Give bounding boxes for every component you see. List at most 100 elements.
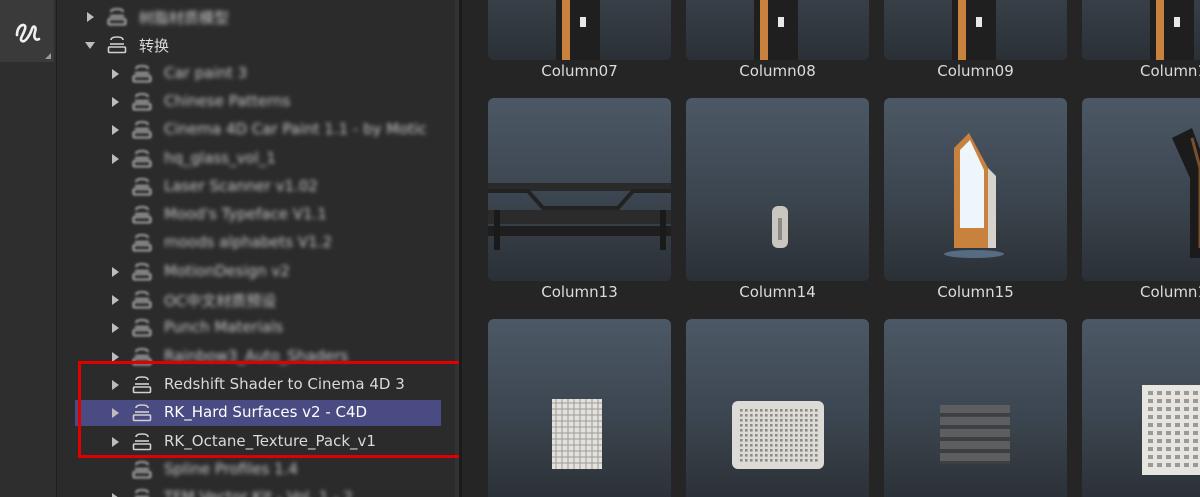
tree-item-label: OC中文材质预设 [164, 292, 277, 310]
asset-preview-render [732, 401, 824, 469]
library-icon [132, 460, 152, 479]
tree-item-label: TFM Vector Kit - Vol. 1 - 2 [164, 488, 353, 497]
asset-preview-render [488, 183, 671, 250]
tree-item[interactable]: Punch Materials [57, 315, 441, 341]
caret-down-icon[interactable] [85, 42, 95, 50]
tree-item-label: Spline Profiles 1.4 [164, 459, 298, 478]
asset-name-label: Column1 [1140, 283, 1200, 301]
library-icon [132, 404, 152, 422]
library-icon [135, 489, 149, 497]
asset-preview-render [1172, 128, 1200, 258]
tree-item[interactable]: Chinese Patterns [57, 89, 441, 115]
caret-right-icon[interactable] [112, 266, 119, 277]
caret-right-icon[interactable] [112, 68, 119, 79]
caret-right-icon[interactable] [87, 12, 94, 22]
caret-right-icon[interactable] [112, 295, 119, 305]
tree-item[interactable]: hq_glass_vol_1 [57, 146, 441, 172]
tree-item-label: MotionDesign v2 [164, 261, 290, 280]
asset-preview-render [1142, 385, 1200, 475]
library-icon [132, 93, 152, 111]
asset-name-label: Column1 [1140, 62, 1200, 80]
library-icon [132, 121, 152, 139]
caret-right-icon[interactable] [112, 379, 119, 390]
asset-name-label: Column08 [739, 62, 816, 80]
caret-right-icon[interactable] [112, 125, 119, 136]
asset-thumbnail[interactable] [686, 98, 869, 281]
tree-item[interactable]: Laser Scanner v1.02 [57, 174, 441, 200]
asset-thumbnail[interactable] [884, 319, 1067, 497]
tree-item[interactable]: 树脂材质模型 [57, 4, 441, 30]
library-icon [132, 262, 152, 280]
asset-preview-render [556, 0, 600, 60]
tree-item-label: 转换 [139, 37, 170, 56]
library-icon [132, 177, 152, 196]
library-icon [132, 432, 152, 450]
tree-item-label: Punch Materials [164, 318, 284, 337]
library-tree-panel: 树脂材质模型 转换 Car paint 3 Chinese Patterns Cinem… [57, 0, 459, 497]
tree-item[interactable]: Spline Profiles 1.4 [57, 457, 441, 483]
tree-item-label: Mood's Typeface V1.1 [164, 205, 327, 224]
asset-thumbnail[interactable] [1082, 319, 1200, 497]
tree-item-label: hq_glass_vol_1 [164, 148, 276, 167]
asset-preview-render [952, 0, 996, 60]
tree-item[interactable]: Rainbow3_Auto_Shaders [57, 344, 441, 370]
script-icon [15, 23, 41, 43]
asset-thumbnail[interactable] [488, 0, 671, 60]
asset-name-label: Column09 [937, 62, 1014, 80]
tree-item[interactable]: Redshift Shader to Cinema 4D 3 [57, 372, 441, 398]
asset-thumbnail[interactable] [884, 0, 1067, 60]
tree-item-label: Rainbow3_Auto_Shaders [164, 346, 349, 365]
tree-item[interactable]: RK_Octane_Texture_Pack_v1 [57, 429, 441, 455]
caret-right-icon[interactable] [112, 436, 119, 447]
caret-right-icon[interactable] [112, 153, 119, 164]
asset-thumbnail[interactable] [884, 98, 1067, 281]
asset-preview-render [772, 206, 788, 248]
tree-item[interactable]: TFM Vector Kit - Vol. 1 - 2 [57, 485, 441, 497]
tree-item[interactable]: RK_Hard Surfaces v2 - C4D [57, 400, 441, 427]
library-icon [132, 64, 152, 82]
asset-preview-render [1150, 0, 1194, 60]
caret-right-icon[interactable] [112, 408, 119, 419]
asset-thumbnail[interactable] [1082, 98, 1200, 281]
app-logo-button[interactable] [0, 0, 54, 62]
asset-thumbnail-grid: Column07 Column08 Column09 Column1 Column13 C… [462, 0, 1200, 497]
asset-preview-render [754, 0, 798, 60]
expand-corner-icon [45, 53, 51, 59]
tree-item[interactable]: moods alphabets V1.2 [57, 230, 441, 256]
library-icon [132, 347, 152, 365]
caret-right-icon[interactable] [112, 96, 119, 107]
asset-preview-render [552, 399, 602, 469]
tree-item-label: Chinese Patterns [164, 91, 291, 110]
library-icon [132, 149, 152, 167]
tree-item[interactable]: Car paint 3 [57, 61, 441, 87]
library-icon [107, 36, 127, 54]
caret-right-icon[interactable] [112, 493, 119, 497]
asset-name-label: Column14 [739, 283, 816, 301]
tree-item-label: RK_Hard Surfaces v2 - C4D [164, 403, 368, 422]
caret-right-icon[interactable] [112, 323, 119, 334]
tree-item-label: 树脂材质模型 [139, 9, 230, 27]
tree-item[interactable]: Mood's Typeface V1.1 [57, 202, 441, 228]
library-icon [132, 234, 152, 252]
tree-item[interactable]: Cinema 4D Car Paint 1.1 - by Motic [57, 117, 441, 143]
tree-item-label: Cinema 4D Car Paint 1.1 - by Motic [164, 120, 427, 139]
caret-right-icon[interactable] [112, 351, 119, 362]
tree-item-label: moods alphabets V1.2 [164, 233, 332, 252]
left-toolbar [0, 0, 57, 497]
asset-thumbnail[interactable] [488, 98, 671, 281]
tree-item-label: Redshift Shader to Cinema 4D 3 [164, 374, 405, 393]
asset-preview-render [944, 133, 1004, 258]
library-icon [132, 376, 152, 394]
tree-item-label: RK_Octane_Texture_Pack_v1 [164, 431, 376, 450]
asset-name-label: Column13 [541, 283, 618, 301]
asset-thumbnail[interactable] [686, 0, 869, 60]
tree-item[interactable]: 转换 [57, 32, 441, 58]
tree-item-label: Laser Scanner v1.02 [164, 176, 318, 195]
asset-name-label: Column07 [541, 62, 618, 80]
tree-item[interactable]: MotionDesign v2 [57, 259, 441, 285]
asset-thumbnail[interactable] [686, 319, 869, 497]
asset-thumbnail[interactable] [1082, 0, 1200, 60]
asset-thumbnail[interactable] [488, 319, 671, 497]
library-icon [132, 291, 152, 309]
tree-item[interactable]: OC中文材质预设 [57, 287, 441, 313]
